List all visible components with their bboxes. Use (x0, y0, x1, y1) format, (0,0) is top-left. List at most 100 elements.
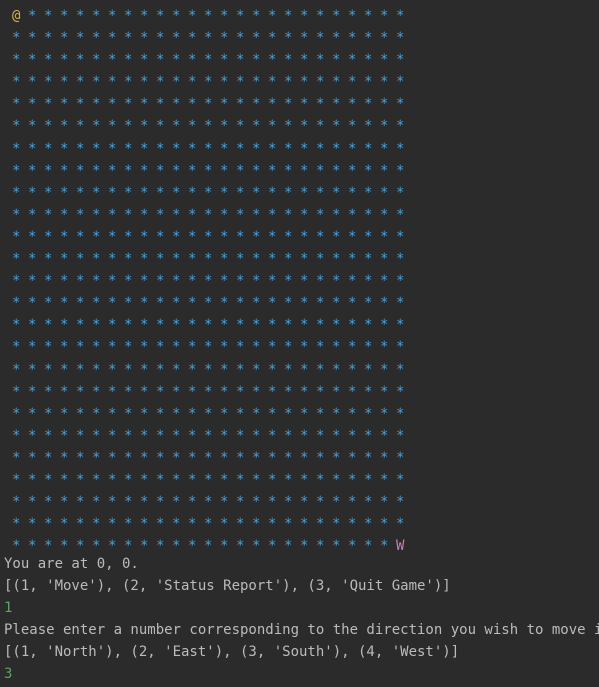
grid-cell: * (188, 273, 197, 290)
grid-cell: * (316, 494, 325, 511)
grid-cell: * (204, 228, 213, 245)
user-input-line: 3 (4, 666, 13, 682)
grid-cell: * (44, 273, 53, 290)
grid-cell: * (268, 228, 277, 245)
grid-cell: * (316, 449, 325, 466)
grid-cell: * (156, 251, 165, 268)
grid-cell: * (268, 339, 277, 356)
grid-cell: * (332, 449, 341, 466)
grid-cell: * (348, 449, 357, 466)
grid-cell: * (12, 228, 21, 245)
grid-cell: * (28, 162, 37, 179)
grid-cell: * (284, 140, 293, 157)
grid-cell: * (364, 494, 373, 511)
grid-cell: * (396, 449, 405, 466)
grid-cell: * (172, 251, 181, 268)
grid-cell: * (156, 74, 165, 91)
grid-cell: * (60, 361, 69, 378)
grid-cell: * (380, 427, 389, 444)
grid-cell: * (108, 273, 117, 290)
grid-cell: * (268, 427, 277, 444)
grid-cell: * (380, 184, 389, 201)
grid-cell: * (60, 184, 69, 201)
grid-cell: * (220, 449, 229, 466)
grid-cell: * (12, 30, 21, 47)
grid-cell: * (92, 96, 101, 113)
grid-cell: * (364, 405, 373, 422)
grid-cell: * (172, 383, 181, 400)
grid-cell: * (284, 427, 293, 444)
grid-cell: * (284, 228, 293, 245)
grid-cell: * (92, 228, 101, 245)
grid-cell: * (204, 427, 213, 444)
grid-cell: * (108, 427, 117, 444)
grid-cell: * (252, 8, 261, 24)
grid-cell: * (92, 118, 101, 135)
grid-cell: * (300, 383, 309, 400)
grid-cell: * (76, 383, 85, 400)
grid-cell: * (332, 405, 341, 422)
grid-cell: * (396, 295, 405, 312)
grid-cell: * (60, 228, 69, 245)
grid-cell: * (316, 516, 325, 533)
grid-cell: * (140, 494, 149, 511)
grid-cell: * (380, 494, 389, 511)
grid-cell: * (124, 52, 133, 69)
grid-cell: * (252, 96, 261, 113)
grid-cell: * (396, 30, 405, 47)
grid-cell: * (236, 162, 245, 179)
grid-cell: * (188, 251, 197, 268)
grid-cell: * (284, 52, 293, 69)
grid-cell: * (268, 30, 277, 47)
grid-cell: * (348, 52, 357, 69)
grid-cell: * (124, 206, 133, 223)
grid-cell: * (316, 251, 325, 268)
grid-cell: * (60, 206, 69, 223)
grid-cell: * (60, 96, 69, 113)
console-output-line: [(1, 'Move'), (2, 'Status Report'), (3, … (4, 578, 451, 594)
grid-cell: * (332, 162, 341, 179)
grid-cell: * (380, 74, 389, 91)
grid-cell: * (92, 74, 101, 91)
grid-cell: * (76, 74, 85, 91)
grid-cell: * (28, 228, 37, 245)
grid-cell: * (188, 206, 197, 223)
grid-cell: * (396, 74, 405, 91)
grid-cell: * (364, 228, 373, 245)
grid-cell: * (188, 184, 197, 201)
grid-cell: * (92, 206, 101, 223)
grid-cell: * (396, 405, 405, 422)
grid-cell: * (316, 427, 325, 444)
grid-cell: * (252, 140, 261, 157)
grid-cell: * (396, 251, 405, 268)
grid-cell: * (140, 516, 149, 533)
grid-cell: * (220, 339, 229, 356)
grid-cell: * (268, 383, 277, 400)
grid-cell: * (284, 273, 293, 290)
grid-cell: * (236, 449, 245, 466)
grid-cell: * (124, 494, 133, 511)
grid-cell: * (124, 162, 133, 179)
grid-cell: * (220, 361, 229, 378)
grid-cell: * (332, 8, 341, 24)
grid-cell: * (268, 273, 277, 290)
grid-cell: * (92, 383, 101, 400)
grid-cell: * (284, 8, 293, 24)
grid-cell: * (156, 206, 165, 223)
grid-cell: * (60, 30, 69, 47)
grid-cell: * (172, 405, 181, 422)
grid-cell: * (268, 96, 277, 113)
grid-cell: * (12, 74, 21, 91)
grid-cell: * (252, 383, 261, 400)
grid-cell: * (60, 140, 69, 157)
grid-cell: * (284, 339, 293, 356)
run-console[interactable]: @ * * * * * * * * * * * * * * * * * * * * * * * * * * * * * * * * * * * * * * *… (0, 0, 599, 687)
grid-cell: * (92, 30, 101, 47)
grid-cell: * (60, 251, 69, 268)
grid-cell: * (236, 251, 245, 268)
grid-cell: * (76, 361, 85, 378)
grid-cell: * (316, 74, 325, 91)
grid-cell: * (60, 449, 69, 466)
grid-cell: * (76, 162, 85, 179)
grid-cell: * (28, 96, 37, 113)
